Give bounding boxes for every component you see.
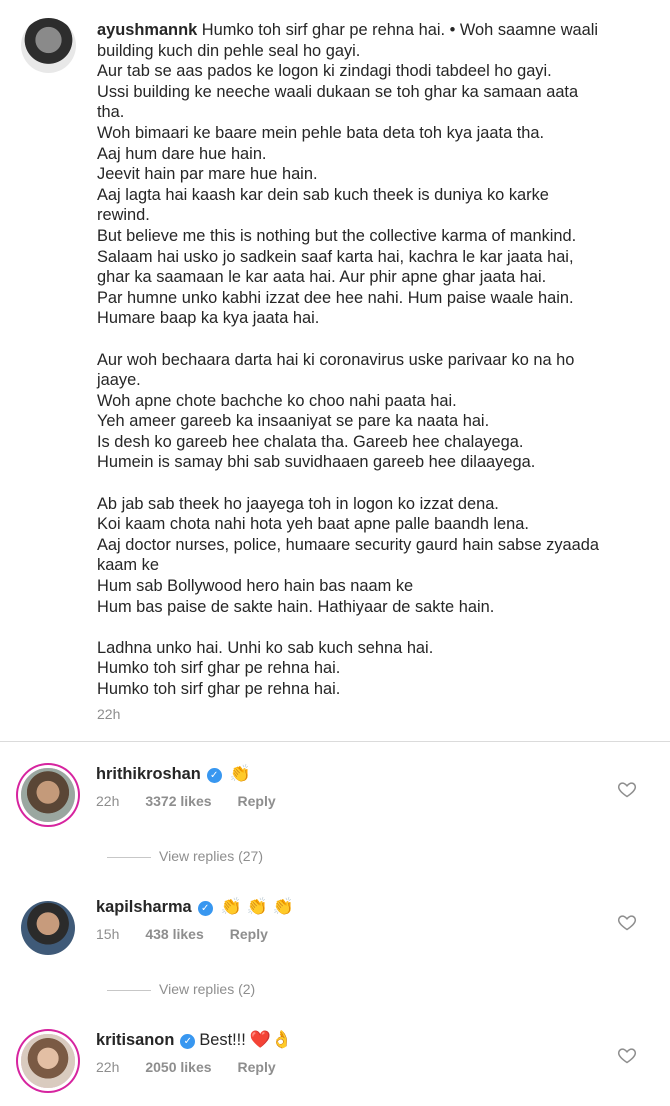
comment-meta: 22h 3372 likes Reply [96, 793, 302, 809]
view-replies-link[interactable]: View replies (27) [107, 848, 263, 864]
avatar-kapilsharma[interactable] [21, 901, 75, 955]
caption-line: Ussi building ke neeche waali dukaan se … [97, 82, 579, 101]
caption-line [97, 617, 657, 638]
caption-line: kaam ke [97, 556, 159, 575]
replies-divider [107, 989, 151, 991]
caption-line: Ab jab sab theek ho jaayega toh in logon… [97, 494, 499, 513]
reply-button[interactable]: Reply [238, 793, 276, 809]
caption-line: Humko toh sirf ghar pe rehna hai. [97, 680, 341, 698]
heart-ok-emoji-icon: ❤️👌 [249, 1030, 293, 1049]
likes-count[interactable]: 438 likes [145, 926, 203, 942]
caption-line: Woh bimaari ke baare mein pehle bata det… [97, 123, 545, 142]
comment-item: hrithikroshan ✓ 👏 22h 3372 likes Reply [0, 760, 670, 840]
clap-emoji-icon: 👏 [229, 764, 251, 783]
heart-icon[interactable] [617, 779, 637, 799]
caption-username[interactable]: ayushmannk [97, 21, 197, 39]
caption-line: rewind. [97, 206, 150, 225]
caption-line: Yeh ameer gareeb ka insaaniyat se pare k… [97, 412, 490, 431]
caption-line [97, 473, 657, 494]
caption-line: Aur woh bechaara darta hai ki coronaviru… [97, 350, 575, 369]
avatar-kritisanon[interactable] [21, 1034, 75, 1088]
likes-count[interactable]: 2050 likes [145, 1059, 211, 1075]
comment-timestamp: 22h [96, 1059, 120, 1075]
caption-line: Aaj hum dare hue hain. [97, 144, 267, 163]
replies-divider [107, 856, 151, 858]
comment-timestamp: 15h [96, 926, 120, 942]
caption-line: But believe me this is nothing but the c… [97, 226, 577, 245]
heart-icon[interactable] [617, 912, 637, 932]
caption-line: Ladhna unko hai. Unhi ko sab kuch sehna … [97, 638, 434, 657]
caption-text: ayushmannk Humko toh sirf ghar pe rehna … [97, 20, 657, 700]
caption-line: Aur tab se aas pados ke logon ki zindagi… [97, 62, 552, 81]
verified-badge-icon: ✓ [206, 768, 222, 783]
view-replies-link[interactable]: View replies (2) [107, 981, 255, 997]
caption-line: Aaj lagta hai kaash kar dein sab kuch th… [97, 185, 549, 204]
caption-line: building kuch din pehle seal ho gayi. [97, 41, 361, 60]
divider [0, 741, 670, 742]
caption-line: Humko toh sirf ghar pe rehna hai. [97, 659, 341, 678]
caption-timestamp: 22h [97, 706, 121, 722]
comment-meta: 15h 438 likes Reply [96, 926, 294, 942]
caption-line: Hum bas paise de sakte hain. Hathiyaar d… [97, 597, 495, 616]
comment-username[interactable]: kritisanon ✓ Best!!! ❤️👌 [96, 1030, 292, 1050]
avatar-ayushmannk[interactable] [21, 18, 76, 73]
likes-count[interactable]: 3372 likes [145, 793, 211, 809]
heart-icon[interactable] [617, 1045, 637, 1065]
caption-line: Humein is samay bhi sab suvidhaaen garee… [97, 453, 536, 472]
comment-item: kritisanon ✓ Best!!! ❤️👌 22h 2050 likes Reply [0, 1026, 670, 1106]
reply-button[interactable]: Reply [230, 926, 268, 942]
caption-line: Humare baap ka kya jaata hai. [97, 309, 320, 328]
reply-button[interactable]: Reply [238, 1059, 276, 1075]
caption-line: Is desh ko gareeb hee chalata tha. Garee… [97, 432, 524, 451]
caption-line: Aaj doctor nurses, police, humaare secur… [97, 535, 600, 554]
caption-line: Koi kaam chota nahi hota yeh baat apne p… [97, 515, 529, 534]
verified-badge-icon: ✓ [197, 901, 213, 916]
caption-line: Hum sab Bollywood hero hain bas naam ke [97, 577, 414, 596]
caption-line: jaaye. [97, 371, 141, 390]
comment-item: kapilsharma ✓ 👏 👏 👏 15h 438 likes Reply [0, 893, 670, 973]
verified-badge-icon: ✓ [180, 1034, 196, 1049]
caption-line: Salaam hai usko jo sadkein saaf karta ha… [97, 247, 574, 266]
caption-line: Woh apne chote bachche ko choo nahi paat… [97, 391, 457, 410]
comment-meta: 22h 2050 likes Reply [96, 1059, 302, 1075]
caption-line: ayushmannk Humko toh sirf ghar pe rehna … [97, 21, 599, 39]
comment-timestamp: 22h [96, 793, 120, 809]
avatar-hrithikroshan[interactable] [21, 768, 75, 822]
caption-line: ghar ka saamaan le kar aata hai. Aur phi… [97, 268, 547, 287]
comment-username[interactable]: hrithikroshan ✓ 👏 [96, 764, 251, 784]
clap-emoji-icon: 👏 👏 👏 [220, 897, 294, 916]
comment-username[interactable]: kapilsharma ✓ 👏 👏 👏 [96, 897, 294, 917]
caption-line [97, 329, 657, 350]
caption-line: Par humne unko kabhi izzat dee hee nahi.… [97, 288, 574, 307]
caption-line: tha. [97, 103, 125, 122]
caption-line: Jeevit hain par mare hue hain. [97, 165, 318, 184]
